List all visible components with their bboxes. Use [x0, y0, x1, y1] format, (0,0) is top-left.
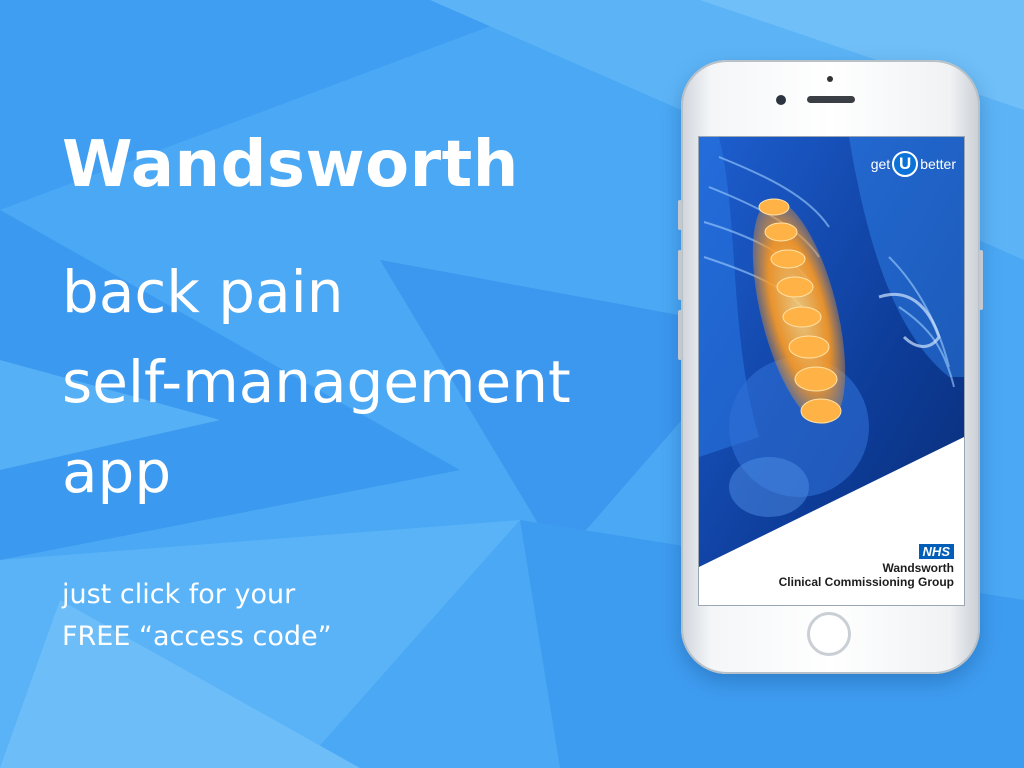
front-camera [776, 95, 786, 105]
app-splash-screen[interactable]: get U better NHS Wandsworth Clinical Com… [698, 136, 965, 606]
org-name-line-2: Clinical Commissioning Group [778, 575, 954, 589]
home-button[interactable] [807, 612, 851, 656]
phone-mockup: get U better NHS Wandsworth Clinical Com… [678, 60, 983, 674]
mute-switch [678, 200, 682, 230]
power-button [979, 250, 983, 310]
nhs-badge: NHS [918, 544, 954, 559]
cta-line-1: just click for your [62, 579, 296, 610]
spine-xray-illustration [699, 137, 964, 605]
logo-better-text: better [920, 156, 956, 172]
getubetter-logo: get U better [871, 151, 956, 177]
volume-up-button [678, 250, 682, 300]
earpiece-speaker [807, 96, 855, 103]
headline-line-3: app [62, 438, 172, 506]
page-title: Wandsworth [62, 128, 519, 202]
cta-line-2: FREE “access code” [62, 621, 332, 652]
volume-down-button [678, 310, 682, 360]
org-name-line-1: Wandsworth [882, 561, 954, 575]
logo-get-text: get [870, 156, 891, 172]
headline-line-2: self-management [62, 348, 571, 416]
logo-u-badge: U [892, 151, 919, 177]
proximity-sensor [827, 76, 833, 82]
headline-line-1: back pain [62, 258, 344, 326]
access-code-link[interactable]: just click for your FREE “access code” [62, 574, 332, 658]
nhs-org-block: NHS Wandsworth Clinical Commissioning Gr… [779, 543, 954, 589]
